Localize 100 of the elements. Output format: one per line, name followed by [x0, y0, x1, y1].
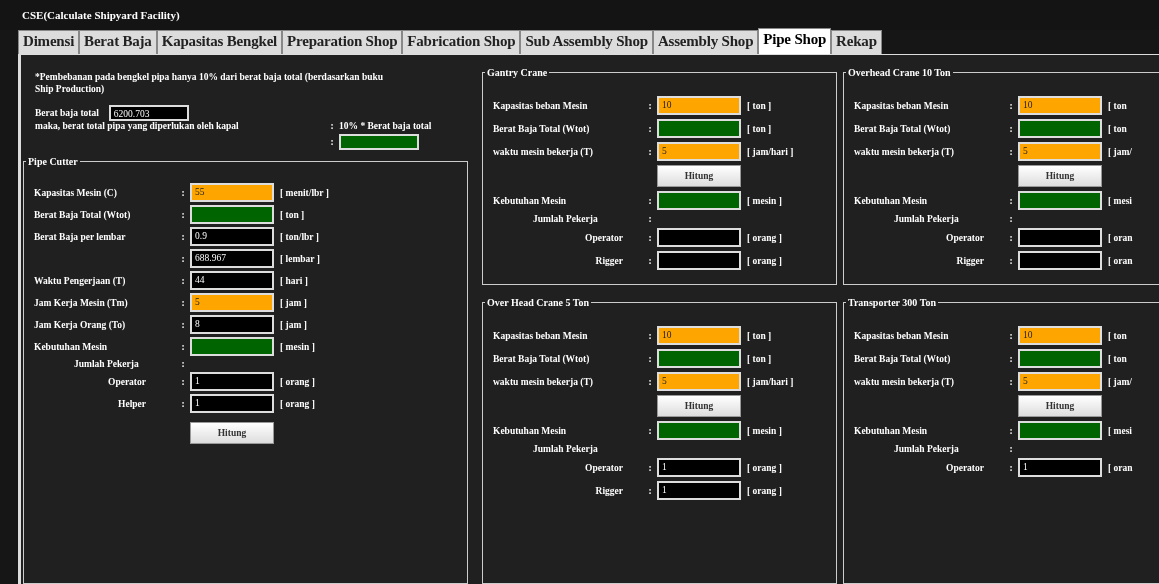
unit-label: [ orang ] [746, 462, 783, 473]
unit-label: [ ton [1107, 123, 1128, 134]
input-field[interactable] [1018, 119, 1102, 138]
input-field[interactable]: 5 [190, 293, 274, 312]
field-label: Jumlah Pekerja [532, 444, 599, 454]
colon: : [1008, 232, 1014, 243]
tab[interactable]: Pipe Shop [758, 28, 832, 54]
field-label: Berat Baja Total (Wtot) [493, 123, 591, 134]
output-field[interactable] [339, 134, 419, 150]
calculate-button[interactable]: Hitung [657, 165, 741, 187]
input-field[interactable]: 0.9 [190, 227, 274, 246]
input-field[interactable]: 1 [657, 458, 741, 477]
input-field[interactable] [1018, 251, 1102, 270]
unit-label: [ ton ] [746, 330, 773, 341]
tab[interactable]: Fabrication Shop [402, 30, 521, 54]
unit-label: [ oran [1107, 232, 1134, 243]
input-field[interactable]: 1 [657, 481, 741, 500]
colon: : [180, 209, 186, 220]
input-field[interactable] [1018, 421, 1102, 440]
input-field[interactable]: 6200.703 [108, 105, 189, 121]
field-label: Berat baja total [35, 108, 99, 118]
field-label: Rigger [594, 485, 624, 496]
input-field[interactable]: 5 [1018, 372, 1102, 391]
input-field[interactable]: 1 [190, 394, 274, 413]
unit-label: [ jam ] [279, 297, 308, 308]
note-text: *Pembebanan pada bengkel pipa hanya 10% dari berat baja total (berdasarkan buku Ship Production) [35, 71, 385, 95]
field-label: Kebutuhan Mesin [854, 425, 929, 436]
field-label: Jumlah Pekerja [893, 214, 960, 224]
unit-label: [ ton/lbr ] [279, 231, 320, 242]
input-field[interactable] [657, 251, 741, 270]
colon: : [180, 187, 186, 198]
input-field[interactable]: 5 [1018, 142, 1102, 161]
unit-label: [ ton ] [746, 353, 773, 364]
calculate-button[interactable]: Hitung [190, 422, 274, 444]
colon: : [647, 255, 653, 266]
input-field[interactable] [1018, 228, 1102, 247]
colon: : [180, 376, 186, 387]
field-label: waktu mesin bekerja (T) [854, 146, 955, 157]
tab[interactable]: Berat Baja [79, 30, 157, 54]
tab[interactable]: Kapasitas Bengkel [156, 30, 283, 54]
input-field[interactable] [657, 421, 741, 440]
input-field[interactable]: 1 [1018, 458, 1102, 477]
field-label: Operator [107, 376, 147, 387]
colon: : [647, 330, 653, 341]
tab[interactable]: Preparation Shop [282, 30, 403, 54]
field-label: Operator [584, 232, 624, 243]
input-field[interactable] [190, 205, 274, 224]
colon: : [647, 100, 653, 111]
unit-label: [ jam ] [279, 319, 308, 330]
unit-label: [ menit/lbr ] [279, 187, 330, 198]
calculate-button[interactable]: Hitung [1018, 395, 1102, 417]
unit-label: [ mesin ] [746, 195, 783, 206]
field-label: Kapasitas beban Mesin [493, 330, 589, 341]
field-label: Kapasitas beban Mesin [493, 100, 589, 111]
input-field[interactable]: 10 [657, 96, 741, 115]
input-field[interactable]: 10 [1018, 96, 1102, 115]
input-field[interactable]: 1 [190, 372, 274, 391]
tab[interactable]: Sub Assembly Shop [520, 30, 653, 54]
colon: : [180, 359, 186, 369]
calculate-button[interactable]: Hitung [657, 395, 741, 417]
field-label: Waktu Pengerjaan (T) [34, 275, 127, 286]
input-field[interactable]: 688.967 [190, 249, 274, 268]
colon: : [647, 214, 653, 224]
input-field[interactable]: 55 [190, 183, 274, 202]
input-field[interactable]: 8 [190, 315, 274, 334]
unit-label: [ ton [1107, 353, 1128, 364]
input-field[interactable] [190, 337, 274, 356]
input-field[interactable] [657, 228, 741, 247]
input-field[interactable]: 5 [657, 142, 741, 161]
colon: : [647, 232, 653, 243]
field-label: Jam Kerja Mesin (Tm) [34, 297, 129, 308]
colon: : [180, 297, 186, 308]
colon: : [1008, 214, 1014, 224]
tab[interactable]: Dimensi [18, 30, 80, 54]
colon: : [1008, 376, 1014, 387]
input-field[interactable] [657, 349, 741, 368]
unit-label: [ orang ] [279, 376, 316, 387]
input-field[interactable]: 44 [190, 271, 274, 290]
unit-label: [ orang ] [746, 255, 783, 266]
colon: : [1008, 462, 1014, 473]
input-field[interactable] [1018, 349, 1102, 368]
calculate-button[interactable]: Hitung [1018, 165, 1102, 187]
input-field[interactable] [657, 191, 741, 210]
group-title: Transporter 300 Ton [847, 297, 937, 308]
unit-label: [ jam/hari ] [746, 376, 795, 387]
input-field[interactable]: 5 [657, 372, 741, 391]
input-field[interactable] [657, 119, 741, 138]
unit-label: [ mesi [1107, 425, 1133, 436]
field-label: Berat Baja Total (Wtot) [854, 353, 952, 364]
field-label: Berat Baja Total (Wtot) [493, 353, 591, 364]
colon: : [647, 425, 653, 436]
unit-label: [ lembar ] [279, 253, 321, 264]
unit-label: [ ton [1107, 330, 1128, 341]
unit-label: [ orang ] [746, 485, 783, 496]
tab[interactable]: Rekap [831, 30, 882, 54]
input-field[interactable] [1018, 191, 1102, 210]
group-title: Overhead Crane 10 Ton [847, 67, 952, 78]
input-field[interactable]: 10 [657, 326, 741, 345]
tab[interactable]: Assembly Shop [652, 30, 759, 54]
input-field[interactable]: 10 [1018, 326, 1102, 345]
